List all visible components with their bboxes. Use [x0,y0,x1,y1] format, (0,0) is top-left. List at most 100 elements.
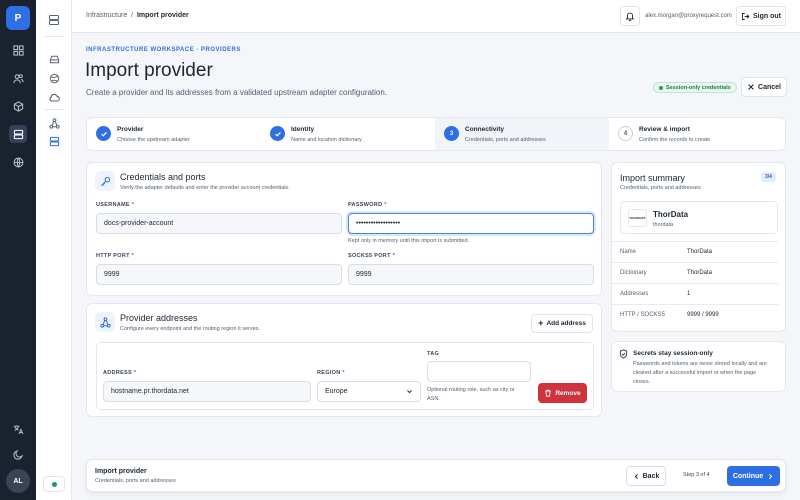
region-select[interactable]: Europe [317,381,421,402]
toggle-sidebar-icon[interactable] [46,12,62,28]
step-counter: Step 3 of 4 [683,472,710,478]
continue-button[interactable]: Continue [727,466,780,486]
translate-icon[interactable] [9,420,27,438]
back-label: Back [642,472,660,480]
page-title: Import provider [85,60,213,81]
page-eyebrow: INFRASTRUCTURE WORKSPACE · PROVIDERS [86,47,241,53]
connection-status-indicator[interactable] [43,476,65,492]
sign-out-icon [741,12,750,21]
cloud-icon[interactable] [46,89,62,105]
address-label: ADDRESS * [103,370,137,376]
addresses-card: Provider addresses Configure every endpo… [86,303,602,417]
cube-icon[interactable] [9,97,27,115]
breadcrumb: Infrastructure / Import provider [86,12,189,19]
summary-step-badge: 3/4 [761,172,776,182]
credentials-desc: Verify the adapter defaults and enter th… [120,185,290,191]
app-logo[interactable]: P [6,6,30,30]
summary-key: Dictionary [620,270,647,276]
credentials-title: Credentials and ports [120,172,206,182]
breadcrumb-current: Import provider [136,12,189,19]
username-field[interactable]: docs-provider-account [96,213,342,234]
remove-address-button[interactable]: Remove [538,383,587,403]
step-identity[interactable]: Identity Name and location dictionary [261,118,435,150]
summary-key: HTTP / SOCKS5 [620,312,665,318]
http-port-field[interactable]: 9999 [96,264,342,285]
back-button[interactable]: Back [626,466,666,486]
password-label: PASSWORD * [348,202,387,208]
bell-icon [625,11,635,21]
notifications-button[interactable] [620,6,640,26]
notice-body-line1: Passwords and tokens are never stored lo… [633,361,767,367]
summary-key: Name [620,249,637,255]
summary-row: HTTP / SOCKS5 9999 / 9999 [612,304,778,325]
secondary-rail [36,0,72,500]
chevron-right-icon [767,473,774,480]
tag-hint-line1: Optional routing role, such as city or [427,387,515,393]
step-connectivity[interactable]: 3 Connectivity Credentials, ports and ad… [435,118,609,150]
storage-icon[interactable] [46,51,62,67]
step-title: Connectivity [465,126,505,133]
network-globe-icon[interactable] [46,70,62,86]
status-dot [51,481,57,487]
summary-value: ThorData [687,249,713,255]
socks5-port-label: SOCKS5 PORT * [348,253,396,259]
notice-body-line2: cleared after a successful import or whe… [633,370,757,376]
provider-name: ThorData [653,210,689,219]
server-list-icon[interactable] [46,133,62,149]
cancel-button[interactable]: Cancel [741,77,787,97]
sign-out-button[interactable]: Sign out [736,6,786,26]
wizard-footer: Import provider Credentials, ports and a… [86,459,786,492]
breadcrumb-separator: / [131,12,134,19]
check-icon [96,126,111,141]
divider [44,109,64,110]
session-badge-label: Session-only credentials [666,84,731,91]
add-address-label: Add address [546,320,586,327]
add-address-button[interactable]: + Add address [531,314,593,333]
summary-title: Import summary [620,173,686,183]
globe-icon[interactable] [9,153,27,171]
dashboard-icon[interactable] [9,41,27,59]
credentials-card: Credentials and ports Verify the adapter… [86,162,602,296]
chevron-left-icon [633,473,640,480]
socks5-port-field[interactable]: 9999 [348,264,594,285]
step-desc: Confirm the records to create [639,137,711,143]
check-icon [270,126,285,141]
users-icon[interactable] [9,69,27,87]
step-title: Provider [117,126,144,133]
topology-icon[interactable] [46,115,62,131]
user-email: alex.morgan@proxyrequest.com [645,13,732,19]
summary-value: 9999 / 9999 [687,312,719,318]
summary-row: Dictionary ThorData [612,262,778,283]
region-label: REGION * [317,370,345,376]
step-review[interactable]: 4 Review & import Confirm the records to… [609,118,783,150]
breadcrumb-parent[interactable]: Infrastructure [86,12,127,19]
theme-moon-icon[interactable] [9,445,27,463]
region-value: Europe [325,388,348,395]
sign-out-label: Sign out [753,12,781,20]
password-field[interactable]: •••••••••••••••••• [348,213,594,234]
shield-icon [619,349,628,359]
notice-body-line3: closes. [633,379,651,385]
step-desc: Credentials, ports and addresses [465,137,546,143]
step-title: Review & import [639,126,690,133]
address-field[interactable]: hostname.pr.thordata.net [103,381,311,402]
step-number: 3 [444,126,459,141]
session-badge: Session-only credentials [653,82,737,93]
username-label: USERNAME * [96,202,135,208]
provider-logo: THORDATA [628,209,647,227]
remove-label: Remove [555,389,581,397]
step-provider[interactable]: Provider Choose the upstream adapter [87,118,261,150]
user-avatar[interactable]: AL [6,469,30,493]
summary-desc: Credentials, ports and addresses [620,185,701,191]
close-icon [747,83,755,91]
primary-rail: P AL [0,0,36,500]
tag-field[interactable] [427,361,531,382]
tag-label: TAG [427,351,440,357]
servers-icon[interactable] [9,125,27,143]
provider-slug: thordata [653,222,674,228]
notice-title: Secrets stay session-only [633,350,713,357]
provider-tile: THORDATA ThorData thordata [620,201,778,234]
step-desc: Choose the upstream adapter [117,137,190,143]
http-port-label: HTTP PORT * [96,253,135,259]
top-bar: Infrastructure / Import provider alex.mo… [72,0,800,33]
